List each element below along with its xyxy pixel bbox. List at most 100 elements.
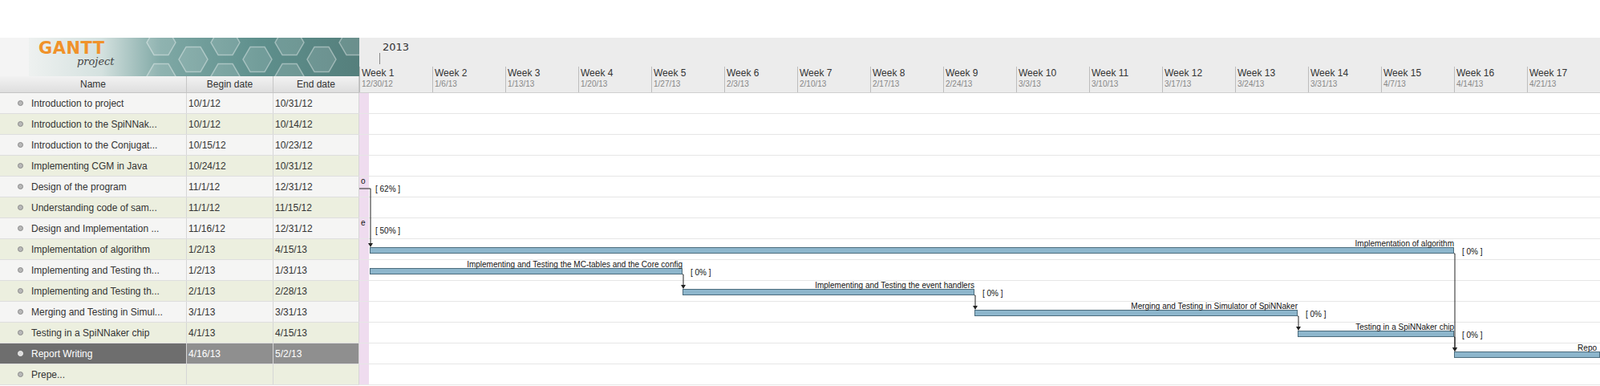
week-date: 4/14/13: [1456, 79, 1528, 90]
task-name-cell[interactable]: Merging and Testing in Simul...: [0, 301, 187, 322]
task-bar[interactable]: [974, 309, 1298, 316]
end-date-cell[interactable]: 10/31/12: [273, 155, 360, 176]
task-name-cell[interactable]: Introduction to the Conjugat...: [0, 134, 187, 155]
task-name-cell[interactable]: Implementing and Testing th...: [0, 259, 187, 280]
task-row[interactable]: Implementing and Testing th...2/1/132/28…: [0, 280, 360, 302]
dependency-arrow-icon[interactable]: [1296, 315, 1301, 331]
task-name-cell[interactable]: Introduction to project: [0, 93, 187, 114]
end-date-cell[interactable]: 4/15/13: [273, 322, 360, 343]
chart-row: Implementing and Testing the event handl…: [359, 280, 1600, 302]
dependency-arrow-icon[interactable]: [1452, 253, 1458, 352]
task-bullet-icon: [17, 225, 24, 231]
year-header: 2013: [359, 37, 1600, 67]
begin-date-cell[interactable]: 10/15/12: [186, 134, 274, 155]
end-date-cell[interactable]: [273, 364, 360, 385]
task-row[interactable]: Design of the program11/1/1212/31/12: [0, 176, 360, 198]
begin-date-cell[interactable]: 1/2/13: [186, 259, 274, 280]
task-name-cell[interactable]: Prepe...: [0, 364, 187, 385]
begin-date-cell[interactable]: 4/1/13: [186, 322, 274, 343]
column-header[interactable]: Name: [0, 76, 187, 93]
task-name-cell[interactable]: Understanding code of sam...: [0, 197, 187, 218]
end-date-cell[interactable]: 10/23/12: [273, 134, 360, 155]
task-bullet-icon: [17, 121, 24, 127]
week-label: Week 16: [1456, 68, 1528, 80]
week-date: 1/6/13: [434, 79, 506, 90]
task-row[interactable]: Understanding code of sam...11/1/1211/15…: [0, 197, 360, 219]
end-date-cell[interactable]: 10/31/12: [273, 93, 360, 114]
chart-row: Implementation of algorithm[ 0% ]: [359, 238, 1600, 260]
task-row[interactable]: Report Writing4/16/135/2/13: [0, 343, 360, 365]
task-name-cell[interactable]: Design of the program: [0, 176, 187, 197]
begin-date-cell[interactable]: 2/1/13: [186, 280, 274, 301]
bar-label: Testing in a SpiNNaker chip: [1355, 322, 1455, 332]
week-date: 3/24/13: [1237, 79, 1309, 90]
task-name-cell[interactable]: Report Writing: [0, 343, 187, 364]
end-date-cell[interactable]: 5/2/13: [273, 343, 360, 364]
logo-gap: [0, 37, 29, 77]
begin-date-cell[interactable]: 3/1/13: [186, 301, 274, 322]
task-row[interactable]: Merging and Testing in Simul...3/1/133/3…: [0, 301, 360, 323]
task-bar[interactable]: [369, 247, 1455, 254]
task-row[interactable]: Implementation of algorithm1/2/134/15/13: [0, 238, 360, 260]
task-bar[interactable]: [682, 288, 975, 296]
week-cell: Week 72/10/13: [797, 66, 871, 93]
task-row[interactable]: Introduction to the Conjugat...10/15/121…: [0, 134, 360, 156]
task-row[interactable]: Prepe...: [0, 364, 360, 385]
begin-date-cell[interactable]: 4/16/13: [186, 343, 274, 364]
task-row[interactable]: Implementing CGM in Java10/24/1210/31/12: [0, 155, 360, 177]
progress-label: [ 50% ]: [375, 226, 401, 236]
week-label: Week 14: [1310, 68, 1382, 80]
task-row[interactable]: Introduction to project10/1/1210/31/12: [0, 93, 360, 114]
dependency-arrow-icon[interactable]: [972, 295, 978, 310]
end-date-cell[interactable]: 11/15/12: [273, 197, 360, 218]
task-name-cell[interactable]: Design and Implementation ...: [0, 218, 187, 239]
week-label: Week 10: [1018, 68, 1090, 80]
week-cell: Week 92/24/13: [943, 66, 1017, 93]
week-cell: Week 112/30/12: [359, 66, 433, 93]
task-bar[interactable]: [1297, 330, 1455, 337]
task-name-cell[interactable]: Implementing CGM in Java: [0, 155, 187, 176]
task-row[interactable]: Design and Implementation ...11/16/1212/…: [0, 218, 360, 239]
task-bullet-icon: [17, 287, 24, 294]
week-label: Week 5: [653, 68, 725, 80]
begin-date-cell[interactable]: 11/1/12: [186, 197, 274, 218]
dependency-arrow-icon[interactable]: [359, 188, 373, 248]
task-name-cell[interactable]: Implementing and Testing th...: [0, 280, 187, 301]
dependency-arrow-icon[interactable]: [680, 274, 686, 289]
task-row[interactable]: Testing in a SpiNNaker chip4/1/134/15/13: [0, 322, 360, 344]
begin-date-cell[interactable]: 10/1/12: [186, 113, 274, 134]
begin-date-cell[interactable]: 1/2/13: [186, 238, 274, 260]
end-date-cell[interactable]: 10/14/12: [273, 113, 360, 134]
end-date-cell[interactable]: 3/31/13: [273, 301, 360, 322]
week-label: Week 17: [1529, 68, 1600, 80]
begin-date-cell[interactable]: 10/24/12: [186, 155, 274, 176]
column-header[interactable]: End date: [273, 76, 360, 93]
end-date-cell[interactable]: 12/31/12: [273, 176, 360, 197]
week-date: 2/10/13: [799, 79, 871, 90]
week-cell: Week 103/3/13: [1016, 66, 1090, 93]
progress-label: [ 0% ]: [982, 288, 1004, 299]
bar-label: Merging and Testing in Simulator of SpiN…: [1130, 301, 1298, 311]
task-name-cell[interactable]: Implementation of algorithm: [0, 238, 187, 260]
begin-date-cell[interactable]: 11/16/12: [186, 218, 274, 239]
begin-date-cell[interactable]: 10/1/12: [186, 93, 274, 114]
week-label: Week 4: [580, 68, 652, 80]
begin-date-cell[interactable]: [186, 364, 274, 385]
end-date-cell[interactable]: 4/15/13: [273, 238, 360, 260]
task-row[interactable]: Introduction to the SpiNNak...10/1/1210/…: [0, 113, 360, 135]
end-date-cell[interactable]: 2/28/13: [273, 280, 360, 301]
task-bar[interactable]: [369, 267, 683, 275]
end-date-cell[interactable]: 1/31/13: [273, 259, 360, 280]
begin-date-cell[interactable]: 11/1/12: [186, 176, 274, 197]
task-row[interactable]: Implementing and Testing th...1/2/131/31…: [0, 259, 360, 281]
task-bullet-icon: [17, 162, 24, 169]
task-bar[interactable]: [1454, 351, 1600, 358]
column-header[interactable]: Begin date: [186, 76, 274, 93]
end-date-cell[interactable]: 12/31/12: [273, 218, 360, 239]
task-bullet-icon: [17, 141, 24, 148]
week-header: Week 112/30/12Week 21/6/13Week 31/13/13W…: [359, 66, 1600, 94]
task-name-cell[interactable]: Testing in a SpiNNaker chip: [0, 322, 187, 343]
dependency-arrow-icon[interactable]: [1452, 336, 1458, 352]
week-label: Week 11: [1091, 68, 1163, 80]
task-name-cell[interactable]: Introduction to the SpiNNak...: [0, 113, 187, 134]
